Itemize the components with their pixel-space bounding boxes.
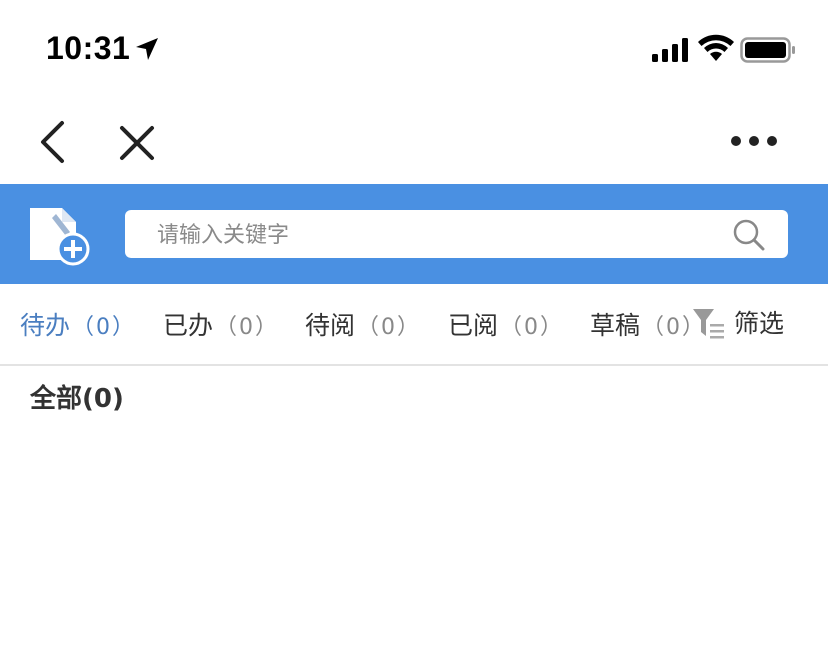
search-header — [0, 184, 828, 284]
status-time: 10:31 — [46, 30, 131, 66]
search-icon[interactable] — [732, 218, 766, 252]
status-bar: 10:31 — [0, 0, 828, 100]
tab-count: （0） — [642, 315, 690, 340]
tab-drafts[interactable]: 草稿（0） — [590, 306, 690, 342]
tab-done[interactable]: 已办（0） — [163, 306, 279, 342]
tab-label: 待办 — [20, 311, 71, 340]
filter-label: 筛选 — [734, 309, 785, 338]
tab-todo[interactable]: 待办（0） — [20, 306, 136, 342]
tab-label: 已阅 — [448, 311, 499, 340]
nav-bar — [0, 100, 828, 184]
tab-label: 待阅 — [305, 311, 356, 340]
status-tabs: 待办（0） 已办（0） 待阅（0） 已阅（0） 草稿（0） 筛选 — [0, 284, 828, 366]
tab-label: 已办 — [163, 311, 214, 340]
location-arrow-icon — [136, 38, 158, 60]
tab-read[interactable]: 已阅（0） — [448, 306, 564, 342]
tab-count: （0） — [72, 315, 137, 340]
filter-icon — [693, 309, 724, 339]
search-input[interactable] — [155, 210, 719, 260]
more-icon[interactable] — [728, 130, 780, 152]
battery-icon — [740, 37, 795, 63]
wifi-icon — [698, 34, 734, 61]
tab-count: （0） — [215, 315, 280, 340]
signal-icon — [652, 38, 688, 62]
search-box — [125, 210, 788, 260]
back-icon[interactable] — [36, 120, 70, 164]
tab-label: 草稿 — [590, 311, 641, 340]
new-document-icon[interactable] — [26, 204, 92, 266]
tab-count: （0） — [357, 315, 422, 340]
tab-to-read[interactable]: 待阅（0） — [305, 306, 421, 342]
tab-count: （0） — [500, 315, 565, 340]
section-title: 全部(0) — [30, 384, 124, 414]
close-icon[interactable] — [118, 124, 156, 162]
